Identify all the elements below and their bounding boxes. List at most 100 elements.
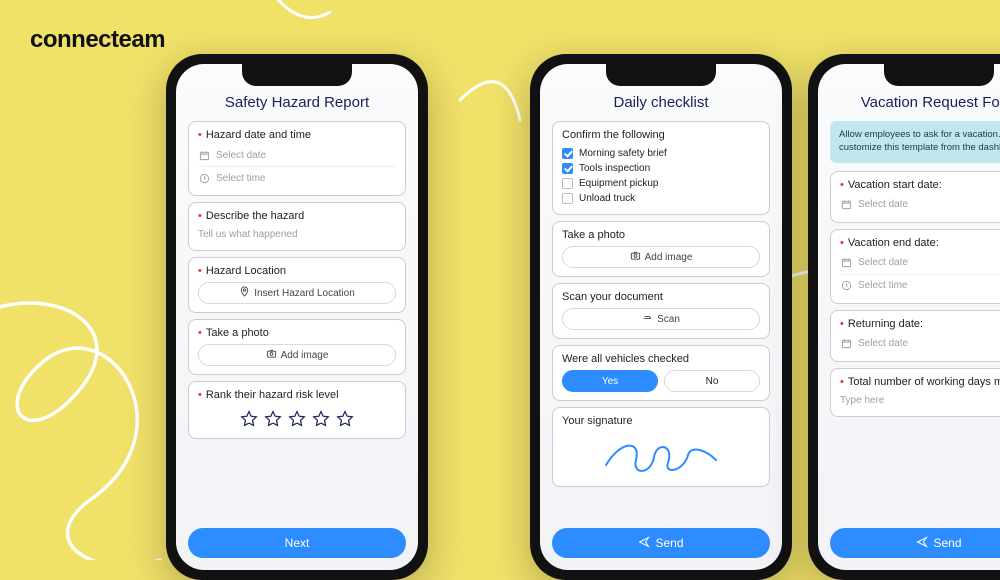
field-label: Take a photo xyxy=(562,229,625,241)
checkbox-label: Unload truck xyxy=(579,193,635,204)
button-label: Next xyxy=(285,536,310,550)
send-button[interactable]: Send xyxy=(830,528,1000,558)
field-label: Take a photo xyxy=(206,327,269,339)
location-input[interactable]: Insert Hazard Location xyxy=(198,282,396,304)
required-marker: • xyxy=(198,129,202,141)
placeholder: Select date xyxy=(858,338,908,349)
field-label: Describe the hazard xyxy=(206,210,304,222)
field-label: Hazard Location xyxy=(206,265,286,277)
date-input[interactable]: Select date xyxy=(840,335,1000,353)
button-label: Add image xyxy=(281,350,329,361)
checkbox-row[interactable]: Equipment pickup xyxy=(562,176,760,191)
checkbox-icon xyxy=(562,163,573,174)
clock-icon xyxy=(840,280,852,292)
required-marker: • xyxy=(840,179,844,191)
next-button[interactable]: Next xyxy=(188,528,406,558)
page-title: Vacation Request Form xyxy=(830,94,1000,111)
field-label: Returning date: xyxy=(848,318,923,330)
field-take-photo: • Take a photo Add image xyxy=(188,319,406,375)
checkbox-label: Morning safety brief xyxy=(579,148,667,159)
time-input[interactable]: Select time xyxy=(840,274,1000,295)
button-label: Scan xyxy=(657,314,680,325)
field-rank-risk: •Rank their hazard risk level xyxy=(188,381,406,439)
calendar-icon xyxy=(840,199,852,211)
field-label: Your signature xyxy=(562,415,633,427)
clock-icon xyxy=(198,172,210,184)
field-days-missed: •Total number of working days missed: Ty… xyxy=(830,368,1000,417)
page-title: Daily checklist xyxy=(552,94,770,111)
star-icon[interactable] xyxy=(288,410,306,428)
field-hazard-datetime: • Hazard date and time Select date Select… xyxy=(188,121,406,196)
field-label: Vacation end date: xyxy=(848,237,939,249)
info-box: Allow employees to ask for a vacation. Y… xyxy=(830,121,1000,163)
required-marker: • xyxy=(840,318,844,330)
placeholder: Select time xyxy=(216,173,265,184)
add-image-button[interactable]: Add image xyxy=(198,344,396,366)
button-label: Send xyxy=(655,536,683,550)
option-yes[interactable]: Yes xyxy=(562,370,658,392)
button-label: Send xyxy=(933,536,961,550)
star-icon[interactable] xyxy=(312,410,330,428)
checkbox-row[interactable]: Unload truck xyxy=(562,191,760,206)
checkbox-icon xyxy=(562,178,573,189)
checkbox-label: Equipment pickup xyxy=(579,178,659,189)
checkbox-icon xyxy=(562,148,573,159)
send-button[interactable]: Send xyxy=(552,528,770,558)
button-label: Add image xyxy=(645,252,693,263)
field-take-photo: Take a photo Add image xyxy=(552,221,770,277)
field-label: Were all vehicles checked xyxy=(562,353,689,365)
camera-icon xyxy=(630,250,641,264)
required-marker: • xyxy=(198,327,202,339)
field-label: Hazard date and time xyxy=(206,129,311,141)
field-label: Confirm the following xyxy=(562,129,665,141)
field-label: Vacation start date: xyxy=(848,179,942,191)
placeholder: Select date xyxy=(858,257,908,268)
camera-icon xyxy=(266,348,277,362)
add-image-button[interactable]: Add image xyxy=(562,246,760,268)
calendar-icon xyxy=(840,338,852,350)
signature-pad[interactable] xyxy=(562,432,760,478)
checkbox-row[interactable]: Tools inspection xyxy=(562,161,760,176)
star-rating[interactable] xyxy=(198,406,396,430)
field-signature: Your signature xyxy=(552,407,770,487)
star-icon[interactable] xyxy=(336,410,354,428)
field-label: Total number of working days missed: xyxy=(848,376,1000,388)
text-input[interactable]: Type here xyxy=(840,393,1000,408)
checkbox-row[interactable]: Morning safety brief xyxy=(562,146,760,161)
phone-safety-hazard: Safety Hazard Report • Hazard date and ti… xyxy=(166,54,428,580)
placeholder: Select time xyxy=(858,280,907,291)
field-label: Scan your document xyxy=(562,291,663,303)
required-marker: • xyxy=(840,237,844,249)
star-icon[interactable] xyxy=(264,410,282,428)
send-icon xyxy=(916,536,928,551)
pin-icon xyxy=(239,286,250,300)
date-input[interactable]: Select date xyxy=(198,146,396,164)
placeholder: Select date xyxy=(858,199,908,210)
date-input[interactable]: Select date xyxy=(840,196,1000,214)
page-title: Safety Hazard Report xyxy=(188,94,406,111)
field-hazard-location: • Hazard Location Insert Hazard Location xyxy=(188,257,406,313)
field-vacation-end: • Vacation end date: Select date Select t… xyxy=(830,229,1000,304)
scan-icon xyxy=(642,312,653,326)
send-icon xyxy=(638,536,650,551)
calendar-icon xyxy=(198,149,210,161)
star-icon[interactable] xyxy=(240,410,258,428)
required-marker: • xyxy=(198,265,202,277)
date-input[interactable]: Select date xyxy=(840,254,1000,272)
checkbox-icon xyxy=(562,193,573,204)
brand-logo: connecteam xyxy=(30,26,165,54)
field-vehicles-checked: Were all vehicles checked Yes No xyxy=(552,345,770,401)
calendar-icon xyxy=(840,257,852,269)
scan-button[interactable]: Scan xyxy=(562,308,760,330)
checkbox-label: Tools inspection xyxy=(579,163,650,174)
required-marker: • xyxy=(198,210,202,222)
field-label: Rank their hazard risk level xyxy=(206,389,339,401)
phone-vacation-request: Vacation Request Form Allow employees to… xyxy=(808,54,1000,580)
placeholder: Select date xyxy=(216,150,266,161)
field-vacation-start: • Vacation start date: Select date xyxy=(830,171,1000,223)
text-input[interactable]: Tell us what happened xyxy=(198,227,396,242)
field-returning-date: • Returning date: Select date xyxy=(830,310,1000,362)
field-describe-hazard: • Describe the hazard Tell us what happen… xyxy=(188,202,406,251)
option-no[interactable]: No xyxy=(664,370,760,392)
time-input[interactable]: Select time xyxy=(198,166,396,187)
